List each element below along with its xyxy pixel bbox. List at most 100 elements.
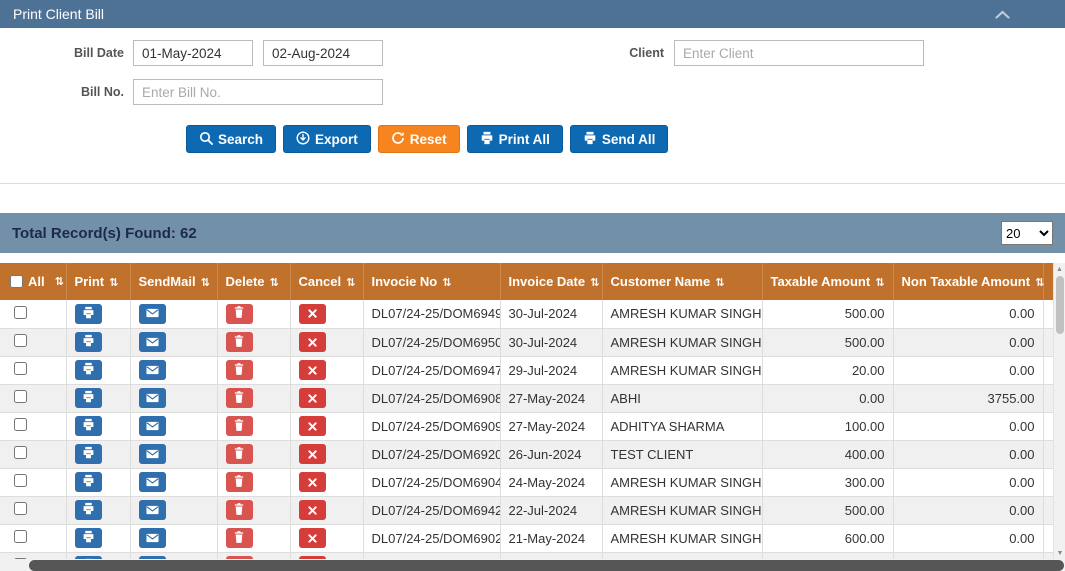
cell-taxable-amount: 1790.00 [762,552,894,559]
cell-customer-name: AMRESH KUMAR SINGH [602,356,763,385]
table-row: DL07/24-25/DOM6909 27-May-2024 ADHITYA S… [0,412,1065,441]
row-cancel-button[interactable] [298,332,326,352]
collapse-panel-button[interactable] [995,6,1010,22]
row-cancel-button[interactable] [298,416,326,436]
header-all[interactable]: All [28,274,45,289]
bill-date-to-input[interactable] [263,40,383,66]
x-icon [307,306,317,321]
row-cancel-button[interactable] [298,360,326,380]
row-print-button[interactable] [74,360,102,380]
row-cancel-button[interactable] [298,444,326,464]
cell-non-taxable-amount: 0.00 [893,356,1044,385]
header-invoice-no[interactable]: Invocie No ⇅ [363,263,501,300]
row-checkbox[interactable] [14,474,27,487]
print-all-button[interactable]: Print All [466,125,563,153]
select-all-checkbox[interactable] [10,275,23,288]
send-all-button[interactable]: Send All [569,125,669,153]
cell-taxable-amount: 300.00 [762,468,894,497]
row-sendmail-button[interactable] [138,360,166,380]
trash-icon [234,502,244,518]
cell-non-taxable-amount: 0.00 [893,328,1044,357]
header-sendmail[interactable]: SendMail ⇅ [130,263,218,300]
row-print-button[interactable] [74,444,102,464]
cell-non-taxable-amount: 0.00 [893,552,1044,559]
export-button[interactable]: Export [283,125,371,153]
row-checkbox[interactable] [14,446,27,459]
row-sendmail-button[interactable] [138,500,166,520]
row-cancel-button[interactable] [298,303,326,324]
envelope-icon [145,503,159,518]
trash-icon [234,474,244,490]
row-print-button[interactable] [74,528,102,548]
row-cancel-button[interactable] [298,500,326,520]
search-button[interactable]: Search [186,125,277,153]
row-delete-button[interactable] [225,332,253,352]
row-delete-button[interactable] [225,528,253,548]
header-non-taxable-amount[interactable]: Non Taxable Amount ⇅ [893,263,1044,300]
printer-icon [82,530,95,546]
row-checkbox[interactable] [14,418,27,431]
cell-invoice-no: DL07/24-25/DOM6908 [363,384,501,413]
cell-customer-name: TEST CLIENT [602,440,763,469]
header-cancel[interactable]: Cancel ⇅ [290,263,364,300]
page-title: Print Client Bill [13,6,105,22]
cell-invoice-no: DL07/24-25/DOM6950 [363,328,501,357]
table-row: DL07/24-25/DOM6950 30-Jul-2024 AMRESH KU… [0,328,1065,357]
row-checkbox[interactable] [14,362,27,375]
cell-invoice-date: 30-Jul-2024 [500,328,603,357]
trash-icon [234,446,244,462]
row-print-button[interactable] [74,416,102,436]
horizontal-scroll-thumb[interactable] [29,560,1064,571]
row-sendmail-button[interactable] [138,332,166,352]
row-delete-button[interactable] [225,444,253,464]
row-sendmail-button[interactable] [138,416,166,436]
row-checkbox[interactable] [14,530,27,543]
row-delete-button[interactable] [225,472,253,492]
client-input[interactable] [674,40,924,66]
horizontal-scrollbar[interactable] [0,559,1065,571]
row-sendmail-button[interactable] [138,388,166,408]
envelope-icon [145,363,159,378]
vertical-scrollbar[interactable]: ▲ ▼ [1053,263,1065,559]
sort-icon: ⇅ [54,276,64,288]
header-customer-name[interactable]: Customer Name ⇅ [602,263,763,300]
header-print[interactable]: Print ⇅ [66,263,131,300]
row-delete-button[interactable] [225,500,253,520]
row-checkbox[interactable] [14,390,27,403]
row-delete-button[interactable] [225,303,253,324]
row-cancel-button[interactable] [298,472,326,492]
vertical-scroll-thumb[interactable] [1056,276,1064,334]
bill-date-from-input[interactable] [133,40,253,66]
row-delete-button[interactable] [225,360,253,380]
row-cancel-button[interactable] [298,388,326,408]
cell-customer-name: AMRESH KUMAR SINGH [602,468,763,497]
row-print-button[interactable] [74,472,102,492]
bill-no-input[interactable] [133,79,383,105]
row-sendmail-button[interactable] [138,444,166,464]
row-delete-button[interactable] [225,416,253,436]
x-icon [307,391,317,406]
scroll-down-arrow[interactable]: ▼ [1054,547,1065,559]
cell-invoice-date: 21-May-2024 [500,524,603,553]
header-taxable-amount[interactable]: Taxable Amount ⇅ [762,263,894,300]
row-delete-button[interactable] [225,388,253,408]
row-cancel-button[interactable] [298,528,326,548]
row-sendmail-button[interactable] [138,472,166,492]
scroll-up-arrow[interactable]: ▲ [1054,263,1065,275]
reset-button[interactable]: Reset [377,125,460,153]
page-size-select[interactable]: 20 [1001,221,1053,245]
cell-taxable-amount: 600.00 [762,524,894,553]
printer-icon [82,390,95,406]
row-print-button[interactable] [74,332,102,352]
row-print-button[interactable] [74,500,102,520]
row-sendmail-button[interactable] [138,303,166,324]
row-sendmail-button[interactable] [138,528,166,548]
row-print-button[interactable] [74,303,102,324]
header-invoice-date[interactable]: Invoice Date ⇅ [500,263,603,300]
header-delete[interactable]: Delete ⇅ [217,263,291,300]
row-checkbox[interactable] [14,305,27,319]
envelope-icon [145,419,159,434]
row-print-button[interactable] [74,388,102,408]
row-checkbox[interactable] [14,502,27,515]
row-checkbox[interactable] [14,334,27,347]
